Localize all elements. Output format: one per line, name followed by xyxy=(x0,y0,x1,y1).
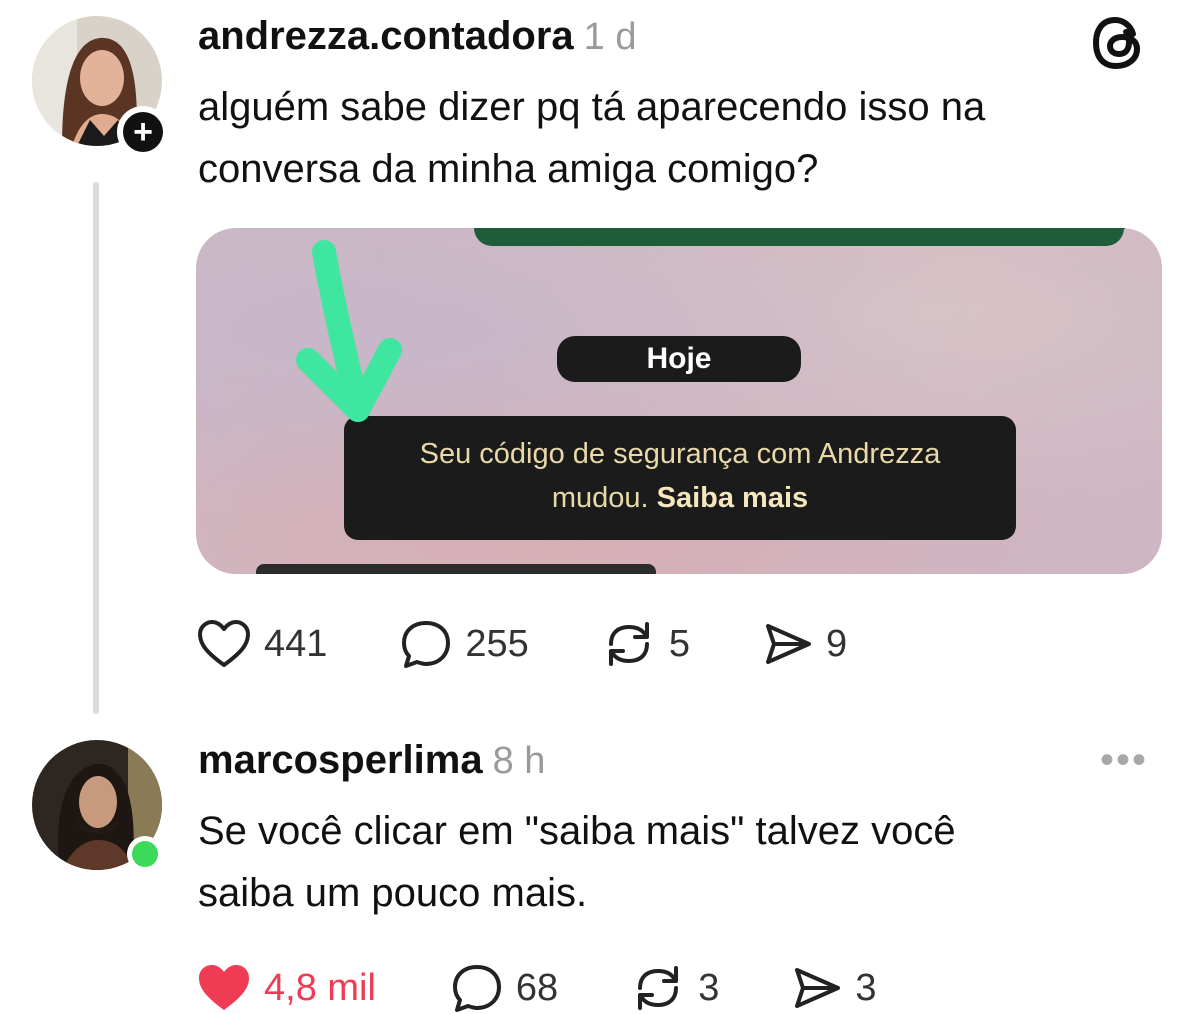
date-pill: Hoje xyxy=(557,336,801,382)
security-code-notice: Seu código de segurança com Andrezza mud… xyxy=(344,416,1016,540)
comment-button[interactable]: 255 xyxy=(399,618,529,670)
share-button[interactable]: 9 xyxy=(762,620,847,668)
comment-bubble-icon xyxy=(402,621,451,668)
online-dot-icon xyxy=(132,841,158,867)
reply-header: marcosperlima 8 h xyxy=(198,738,545,783)
post-timestamp: 1 d xyxy=(583,16,637,58)
like-count: 4,8 mil xyxy=(264,966,376,1009)
more-dots-icon[interactable]: ••• xyxy=(1100,738,1148,783)
post-media-image[interactable]: Hoje Seu código de segurança com Andrezz… xyxy=(196,228,1162,574)
comment-button[interactable]: 68 xyxy=(450,962,558,1014)
like-button[interactable]: 4,8 mil xyxy=(196,962,376,1014)
post-username[interactable]: andrezza.contadora xyxy=(198,14,574,58)
security-notice-line-2: mudou. Saiba mais xyxy=(344,476,1016,520)
post-text-line: conversa da minha amiga comigo? xyxy=(198,147,819,191)
repost-icon xyxy=(608,622,649,666)
send-icon xyxy=(795,968,841,1008)
comment-bubble-icon xyxy=(452,965,501,1012)
security-notice-line: Seu código de segurança com Andrezza xyxy=(419,438,941,470)
chat-bubble-top xyxy=(474,228,1124,246)
post-text-line: alguém sabe dizer pq tá aparecendo isso … xyxy=(198,85,986,129)
reply-text-line: saiba um pouco mais. xyxy=(198,871,588,915)
saiba-mais-link[interactable]: Saiba mais xyxy=(657,482,809,514)
reply-body: Se você clicar em "saiba mais" talvez vo… xyxy=(198,800,1178,924)
chat-bubble-tail xyxy=(1096,228,1126,246)
hand-drawn-arrow-icon xyxy=(296,240,402,422)
share-count: 9 xyxy=(825,622,848,665)
post-action-bar: 441 255 5 9 xyxy=(196,618,919,670)
reply-timestamp: 8 h xyxy=(492,740,546,782)
like-button[interactable]: 441 xyxy=(196,618,327,670)
reply-username[interactable]: marcosperlima xyxy=(198,738,483,782)
follow-button[interactable]: + xyxy=(117,106,169,158)
security-notice-text: mudou. xyxy=(551,482,657,514)
repost-button[interactable]: 3 xyxy=(630,962,719,1014)
chat-bubble-bottom xyxy=(256,564,656,574)
reply-action-bar: 4,8 mil 68 3 3 xyxy=(196,962,948,1014)
online-status xyxy=(127,836,163,872)
plus-icon: + xyxy=(123,112,163,152)
post-body: alguém sabe dizer pq tá aparecendo isso … xyxy=(198,76,1178,200)
share-count: 3 xyxy=(855,966,877,1009)
heart-icon xyxy=(198,620,250,667)
like-count: 441 xyxy=(264,622,328,665)
reply-text-line: Se você clicar em "saiba mais" talvez vo… xyxy=(198,809,956,853)
heart-filled-icon xyxy=(199,965,249,1010)
post-header: andrezza.contadora 1 d xyxy=(198,14,636,59)
thread-connector-line xyxy=(93,182,99,714)
repost-count: 3 xyxy=(698,966,720,1009)
comment-count: 255 xyxy=(465,622,529,665)
repost-button[interactable]: 5 xyxy=(601,618,690,670)
threads-logo-icon[interactable] xyxy=(1088,12,1150,79)
repost-count: 5 xyxy=(668,622,690,665)
comment-count: 68 xyxy=(515,966,559,1009)
repost-icon xyxy=(638,966,679,1010)
send-icon xyxy=(765,624,811,664)
share-button[interactable]: 3 xyxy=(791,964,876,1012)
